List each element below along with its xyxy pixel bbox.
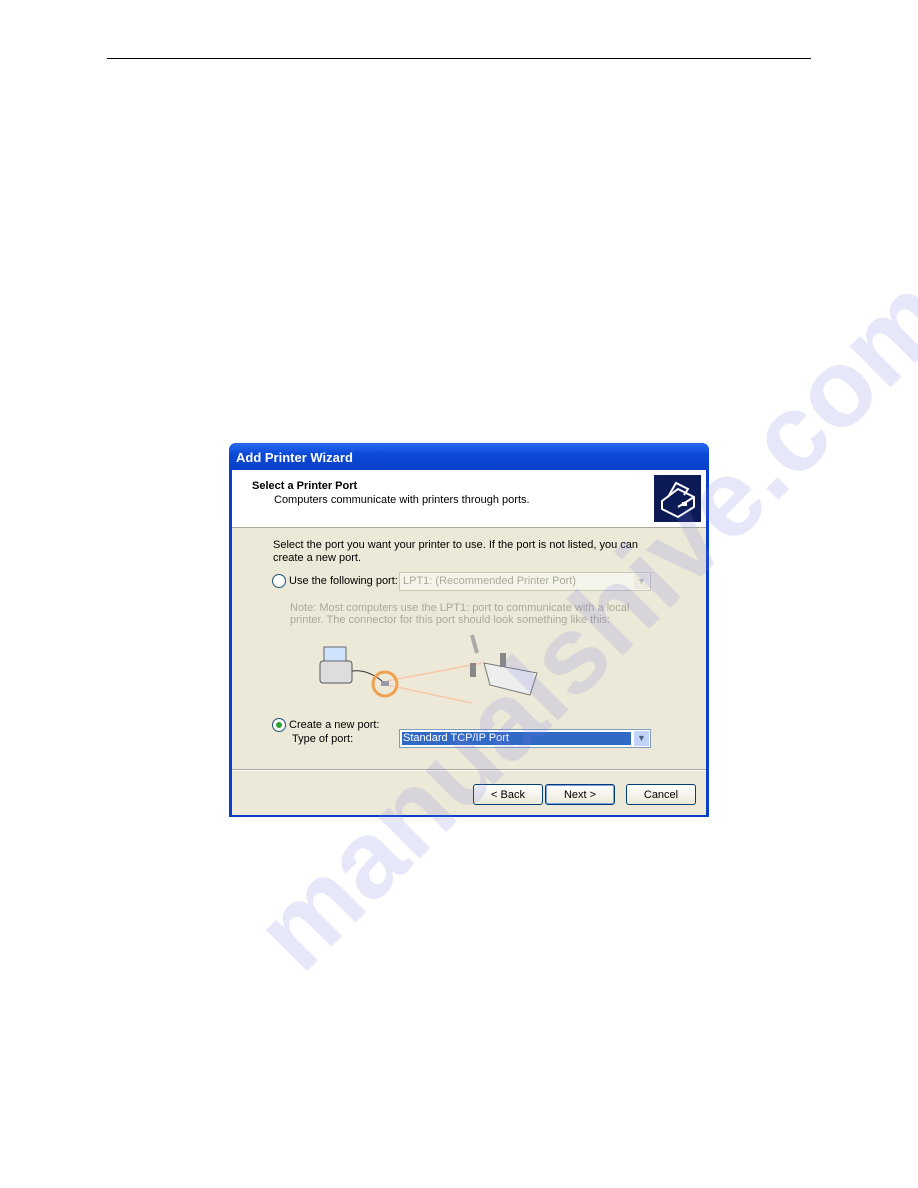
cancel-button[interactable]: Cancel — [626, 784, 696, 805]
printer-icon — [654, 475, 701, 522]
button-separator — [232, 769, 706, 771]
wizard-body: Select the port you want your printer to… — [232, 528, 706, 815]
header-rule — [107, 58, 811, 59]
port-type-select[interactable]: Standard TCP/IP Port ▼ — [399, 729, 651, 748]
port-type-value: Standard TCP/IP Port — [402, 732, 631, 745]
add-printer-wizard-dialog: Add Printer Wizard Select a Printer Port… — [229, 443, 709, 817]
wizard-header: Select a Printer Port Computers communic… — [232, 470, 706, 528]
note-text: Note: Most computers use the LPT1: port … — [290, 602, 630, 626]
create-new-port-radio[interactable] — [272, 718, 286, 732]
document-page: Add Printer Wizard Select a Printer Port… — [0, 0, 918, 1188]
header-subtitle: Computers communicate with printers thro… — [274, 494, 530, 506]
create-new-port-label[interactable]: Create a new port: — [289, 719, 380, 731]
next-button[interactable]: Next > — [545, 784, 615, 805]
back-button[interactable]: < Back — [473, 784, 543, 805]
parallel-connector-illustration — [319, 634, 538, 704]
use-following-port-radio[interactable] — [272, 574, 286, 588]
intro-text: Select the port you want your printer to… — [273, 539, 639, 564]
header-title: Select a Printer Port — [252, 480, 358, 492]
title-bar: Add Printer Wizard — [229, 443, 709, 470]
chevron-down-icon[interactable]: ▼ — [634, 731, 649, 746]
port-select-disabled: LPT1: (Recommended Printer Port) ▼ — [399, 572, 651, 591]
port-select-value: LPT1: (Recommended Printer Port) — [403, 575, 577, 587]
use-following-port-label[interactable]: Use the following port: — [289, 575, 398, 587]
chevron-down-icon: ▼ — [634, 574, 649, 589]
type-of-port-label: Type of port: — [292, 733, 354, 745]
